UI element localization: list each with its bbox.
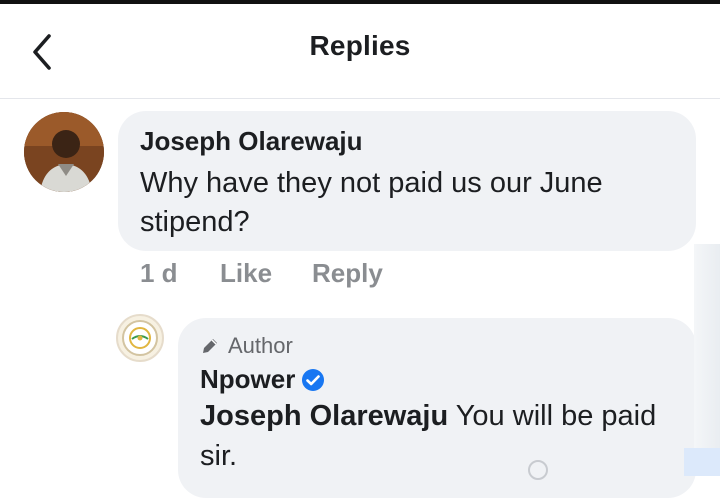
reply-button[interactable]: Reply [312,258,383,289]
mention-link[interactable]: Joseph Olarewaju [200,400,448,432]
author-badge: Author [200,332,293,360]
reply-author-name[interactable]: Npower [200,364,295,395]
reply-author: Npower [200,364,325,395]
reply-avatar[interactable] [116,314,164,362]
like-button[interactable]: Like [220,258,272,289]
comment-time: 1 d [140,258,178,288]
verified-badge-icon [302,368,325,391]
scroll-edge [694,244,720,476]
profile-photo [24,112,104,192]
page-title: Replies [309,30,411,61]
npower-logo-icon [122,320,158,356]
reaction-icon[interactable] [528,460,548,480]
author-label: Author [228,333,293,358]
replies-header: Replies [0,4,720,99]
comment-author-name[interactable]: Joseph Olarewaju [140,126,363,157]
avatar[interactable] [24,112,104,192]
pencil-icon [203,339,217,353]
bottom-tab [684,448,720,476]
reply-text: Joseph Olarewaju You will be paid sir. [200,396,680,476]
comment-text: Why have they not paid us our June stipe… [140,167,603,238]
